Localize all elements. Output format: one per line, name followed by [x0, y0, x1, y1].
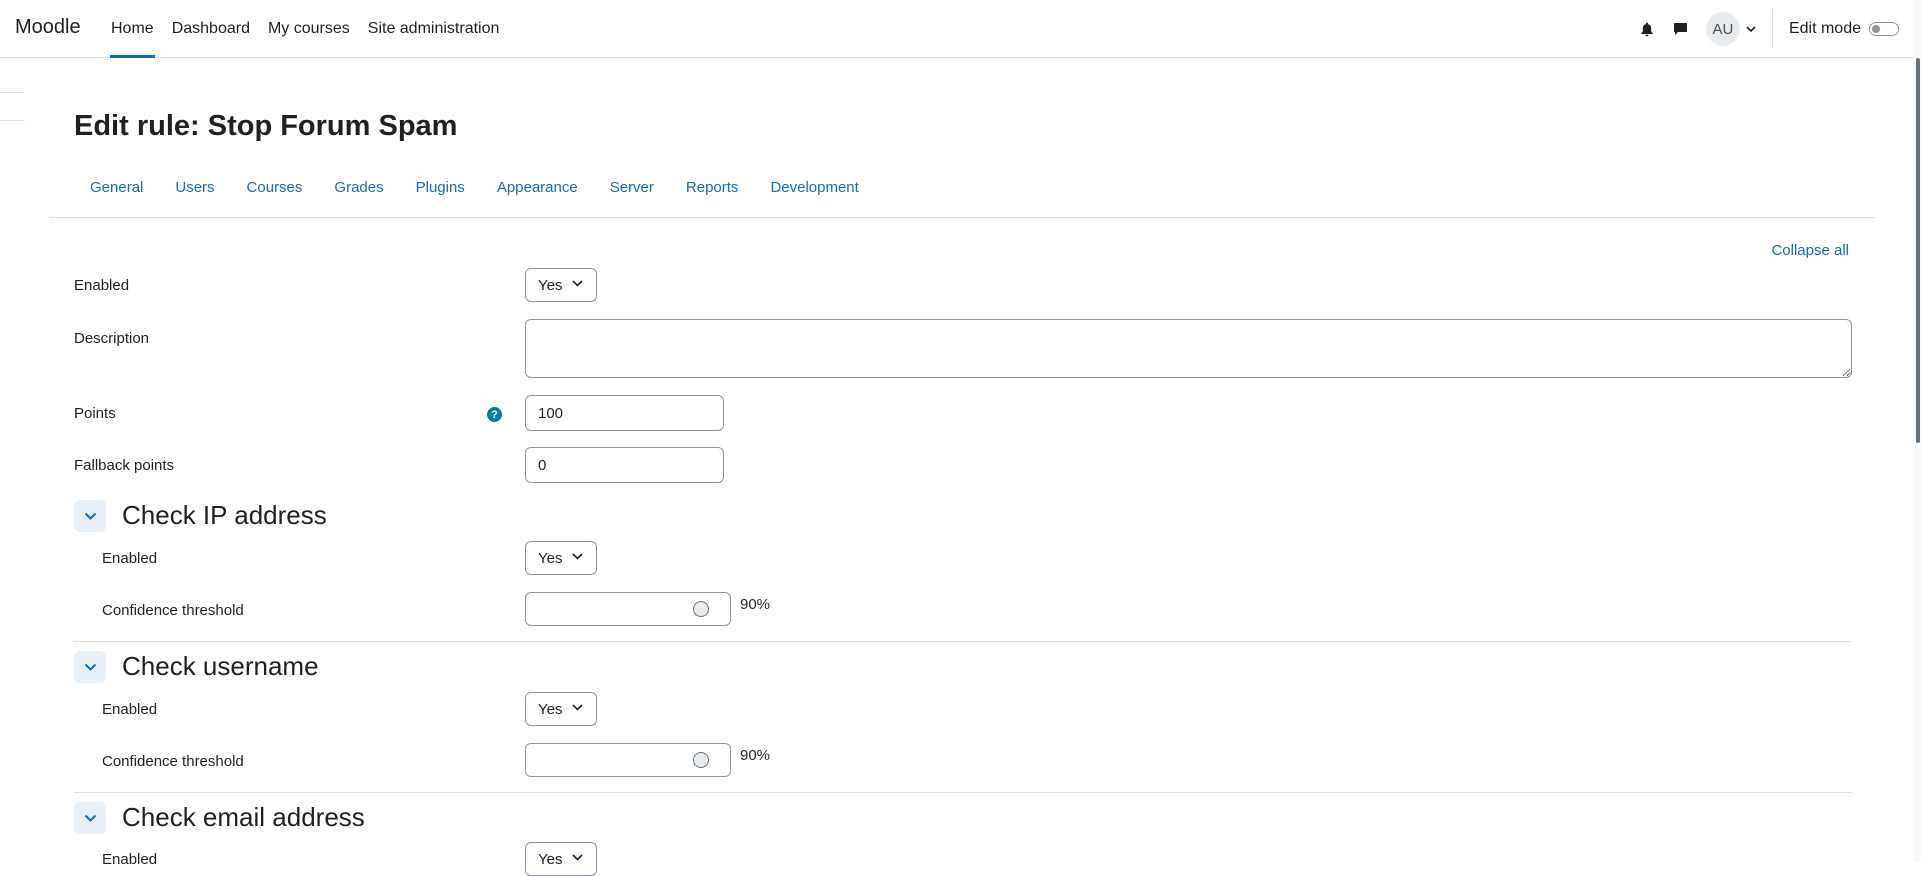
description-label: Description [74, 330, 150, 347]
section-toggle-check-username[interactable] [74, 651, 106, 683]
page-scrollbar-thumb[interactable] [1916, 58, 1920, 443]
chevron-down-icon [572, 280, 583, 287]
chevron-down-icon [572, 704, 583, 711]
section-title-check-email: Check email address [122, 802, 365, 832]
secondary-nav-divider [50, 217, 1876, 218]
top-navbar: Moodle Home Dashboard My courses Site ad… [0, 0, 1921, 58]
ip-enabled-select-value: Yes [538, 549, 563, 567]
tab-grades[interactable]: Grades [318, 176, 399, 200]
chevron-down-icon [84, 663, 96, 671]
navbar-user-area: AU Edit mode [1630, 0, 1921, 58]
user-menu-toggle[interactable] [1746, 26, 1756, 32]
chevron-down-icon [572, 553, 583, 560]
ip-enabled-select[interactable]: Yes [525, 541, 597, 575]
username-enabled-select[interactable]: Yes [525, 692, 597, 726]
edit-mode-switch[interactable]: Edit mode [1789, 20, 1899, 38]
tab-courses[interactable]: Courses [231, 176, 319, 200]
email-enabled-select[interactable]: Yes [525, 842, 597, 876]
window-edge-line [0, 92, 25, 93]
section-toggle-check-email[interactable] [74, 802, 106, 834]
points-label: Points [74, 405, 116, 422]
nav-home[interactable]: Home [102, 0, 163, 58]
ip-threshold-label: Confidence threshold [102, 602, 244, 619]
navbar-divider [1771, 9, 1773, 49]
points-input[interactable] [525, 395, 724, 431]
enabled-select-value: Yes [538, 276, 563, 294]
ip-threshold-value: 90% [740, 596, 771, 613]
section-toggle-check-ip[interactable] [74, 500, 106, 532]
chevron-down-icon [572, 854, 583, 861]
site-brand[interactable]: Moodle [15, 16, 81, 39]
section-divider [74, 792, 1852, 793]
bell-icon [1641, 22, 1653, 36]
fallback-points-label: Fallback points [74, 457, 175, 474]
chevron-down-icon [84, 814, 96, 822]
edit-mode-toggle[interactable] [1869, 22, 1899, 36]
window-edge-line [0, 120, 25, 121]
email-enabled-select-value: Yes [538, 850, 563, 868]
primary-navigation: Home Dashboard My courses Site administr… [102, 0, 508, 58]
tab-plugins[interactable]: Plugins [400, 176, 481, 200]
tab-development[interactable]: Development [754, 176, 874, 200]
message-icon [1674, 23, 1688, 35]
page-title: Edit rule: Stop Forum Spam [74, 110, 458, 142]
ip-threshold-slider-thumb[interactable] [693, 601, 709, 617]
enabled-label: Enabled [74, 277, 130, 294]
tab-users[interactable]: Users [159, 176, 230, 200]
username-enabled-select-value: Yes [538, 700, 563, 718]
username-threshold-value: 90% [740, 747, 771, 764]
enabled-select[interactable]: Yes [525, 268, 597, 302]
nav-my-courses[interactable]: My courses [259, 0, 359, 58]
nav-dashboard[interactable]: Dashboard [163, 0, 259, 58]
messages-button[interactable] [1664, 12, 1698, 46]
edit-mode-label: Edit mode [1788, 20, 1861, 37]
chevron-down-icon [84, 512, 96, 520]
tab-reports[interactable]: Reports [670, 176, 755, 200]
user-avatar[interactable]: AU [1705, 12, 1740, 46]
tab-appearance[interactable]: Appearance [481, 176, 594, 200]
tab-server[interactable]: Server [594, 176, 670, 200]
secondary-navigation: General Users Courses Grades Plugins App… [74, 176, 875, 200]
username-threshold-slider-thumb[interactable] [693, 752, 709, 768]
email-enabled-label: Enabled [102, 851, 158, 868]
chevron-down-icon [1746, 26, 1756, 32]
section-title-check-username: Check username [122, 651, 319, 681]
tab-general[interactable]: General [74, 176, 159, 200]
nav-site-administration[interactable]: Site administration [359, 0, 509, 58]
notifications-button[interactable] [1630, 12, 1664, 46]
collapse-all-link[interactable]: Collapse all [1771, 242, 1849, 259]
ip-enabled-label: Enabled [102, 550, 158, 567]
section-title-check-ip: Check IP address [122, 500, 327, 530]
username-threshold-label: Confidence threshold [102, 753, 244, 770]
section-divider [74, 641, 1852, 642]
question-circle-icon[interactable]: ? [487, 407, 502, 422]
username-enabled-label: Enabled [102, 701, 158, 718]
description-textarea[interactable] [525, 319, 1852, 378]
fallback-points-input[interactable] [525, 447, 724, 483]
